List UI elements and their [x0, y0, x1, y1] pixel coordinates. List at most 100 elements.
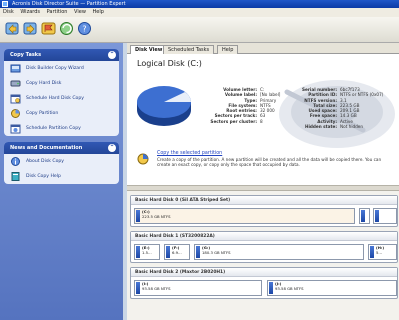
disk-0[interactable]: Basic Hard Disk 0 (Sil ATA Striped Set) …	[130, 195, 398, 227]
copy-partition-action: Copy the selected partition Create a cop…	[137, 151, 395, 179]
copy-partition-icon	[137, 153, 149, 165]
window-title: Acronis Disk Director Suite — Partition …	[12, 1, 126, 7]
copy-partition-link[interactable]: Copy the selected partition	[157, 151, 222, 156]
task-label: Disk Builder Copy Wizard	[26, 66, 84, 71]
prop-value: Primary	[260, 97, 277, 103]
partition-bar	[361, 210, 365, 222]
tab-scheduled-tasks[interactable]: Scheduled Tasks	[163, 45, 215, 54]
prop-value: 8	[260, 118, 263, 124]
task-label: Schedule Partition Copy	[26, 126, 81, 131]
news-title: News and Documentation	[10, 145, 83, 151]
schedule-partition-icon	[10, 124, 21, 134]
copy-tasks-panel: Copy Tasks ⌃ Disk Builder Copy Wizard Co…	[4, 49, 119, 136]
copy-tasks-header[interactable]: Copy Tasks ⌃	[4, 49, 119, 61]
task-disk-builder-wizard[interactable]: Disk Builder Copy Wizard	[4, 61, 119, 76]
menu-disk[interactable]: Disk	[3, 9, 14, 15]
prop-key: Sectors per cluster:	[210, 118, 257, 124]
news-header[interactable]: News and Documentation ⌃	[4, 142, 119, 154]
prop-value: 209.1 GB	[340, 108, 360, 114]
tab-disk-view[interactable]: Disk View	[130, 45, 168, 54]
partition-bar	[375, 210, 379, 222]
refresh-button[interactable]	[58, 20, 75, 37]
help-book-icon	[11, 172, 20, 181]
disk-usage-pie-chart	[137, 86, 191, 126]
partition-c[interactable]: (C:) 223.5 GB NTFS	[134, 208, 355, 224]
disk-2[interactable]: Basic Hard Disk 2 (Maxtor 2B020H1) (I:) …	[130, 267, 398, 299]
prop-row: Hidden state: Not hidden	[285, 124, 383, 129]
tab-strip: Disk View Scheduled Tasks Help	[127, 43, 399, 54]
task-schedule-partition-copy[interactable]: Schedule Partition Copy	[4, 121, 119, 136]
toolbar: ?	[0, 17, 399, 43]
disk-2-header: Basic Hard Disk 2 (Maxtor 2B020H1)	[131, 268, 397, 277]
hard-disk-icon	[10, 80, 21, 87]
prop-value: 3.1	[340, 97, 347, 103]
disk-0-header: Basic Hard Disk 0 (Sil ATA Striped Set)	[131, 196, 397, 205]
partition-f[interactable]: (F:) 6.9...	[164, 244, 190, 260]
task-label: Copy Hard Disk	[26, 81, 62, 86]
prop-row: Sectors per cluster: 8	[195, 119, 280, 124]
news-label: Disk Copy Help	[26, 174, 61, 179]
partition-h[interactable]: (H:) 5...	[368, 244, 397, 260]
undo-button[interactable]	[4, 20, 21, 37]
partition-size: 6.9...	[172, 249, 182, 255]
partition-size: 180.3 GB NTFS	[202, 249, 231, 255]
main-area: Disk View Scheduled Tasks Help Logical D…	[127, 43, 399, 320]
commit-button[interactable]	[40, 20, 57, 37]
partition-bar	[136, 282, 140, 294]
prop-value: 63	[260, 113, 266, 119]
task-label: Schedule Hard Disk Copy	[26, 96, 85, 101]
news-label: About Disk Copy	[26, 159, 65, 164]
undo-icon	[5, 22, 19, 35]
prop-value: Active	[340, 118, 353, 124]
copy-tasks-title: Copy Tasks	[10, 52, 42, 58]
partition-bar	[136, 246, 140, 258]
partition-bar	[196, 246, 200, 258]
copy-partition-description: Create a copy of the partition. A new pa…	[157, 157, 382, 167]
app-icon	[2, 1, 8, 7]
partition-bar	[136, 210, 140, 222]
redo-button[interactable]	[22, 20, 39, 37]
prop-value: 6bc7f173	[340, 87, 360, 92]
news-panel: News and Documentation ⌃ About Disk Copy…	[4, 142, 119, 184]
partition-i[interactable]: (I:) 93.58 GB NTFS	[134, 280, 262, 296]
task-schedule-disk-copy[interactable]: Schedule Hard Disk Copy	[4, 91, 119, 106]
task-sidebar: Copy Tasks ⌃ Disk Builder Copy Wizard Co…	[0, 43, 123, 320]
properties-right: Serial number: 6bc7f173 Partition ID: NTFS…	[285, 87, 383, 129]
tab-help[interactable]: Help	[217, 45, 239, 54]
help-button[interactable]: ?	[76, 20, 93, 37]
menu-wizards[interactable]: Wizards	[20, 9, 40, 15]
disk-map: Basic Hard Disk 0 (Sil ATA Striped Set) …	[127, 191, 399, 320]
prop-key: Hidden state:	[304, 124, 337, 130]
menu-bar: Disk Wizards Partition View Help	[0, 8, 399, 17]
disk-1[interactable]: Basic Hard Disk 1 (ST3200822A) (E:) 1.5.…	[130, 231, 398, 263]
menu-partition[interactable]: Partition	[47, 9, 68, 15]
task-copy-partition[interactable]: Copy Partition	[4, 106, 119, 121]
partition-e[interactable]: (E:) 1.5...	[134, 244, 160, 260]
help-icon: ?	[78, 22, 91, 35]
title-bar: Acronis Disk Director Suite — Partition …	[0, 0, 399, 8]
partition-size: 223.5 GB NTFS	[142, 213, 171, 219]
disk-info-panel: Logical Disk (C:) Volume letter: C: Volum…	[127, 54, 399, 185]
disk-1-header: Basic Hard Disk 1 (ST3200822A)	[131, 232, 397, 241]
refresh-icon	[60, 22, 73, 35]
partition-j[interactable]: (J:) 93.58 GB NTFS	[267, 280, 397, 296]
partition-small[interactable]	[359, 208, 370, 224]
partition-bar	[370, 246, 374, 258]
schedule-icon	[10, 94, 21, 104]
partition-size: 93.58 GB NTFS	[142, 285, 171, 291]
prop-value: 14.3 GB	[340, 113, 357, 119]
partition-g[interactable]: (G:) 180.3 GB NTFS	[194, 244, 364, 260]
svg-text:?: ?	[82, 25, 86, 34]
wizard-icon	[10, 64, 21, 73]
partition-bar	[269, 282, 273, 294]
menu-help[interactable]: Help	[93, 9, 104, 15]
collapse-icon[interactable]: ⌃	[108, 51, 116, 59]
partition-next[interactable]	[373, 208, 397, 224]
news-item-about[interactable]: About Disk Copy	[4, 154, 119, 169]
collapse-icon[interactable]: ⌃	[108, 144, 116, 152]
news-item-help[interactable]: Disk Copy Help	[4, 169, 119, 184]
prop-value: NTFS or NTFS (0x07)	[340, 92, 384, 98]
prop-value: 32 000	[260, 108, 275, 114]
menu-view[interactable]: View	[74, 9, 86, 15]
task-copy-hard-disk[interactable]: Copy Hard Disk	[4, 76, 119, 91]
